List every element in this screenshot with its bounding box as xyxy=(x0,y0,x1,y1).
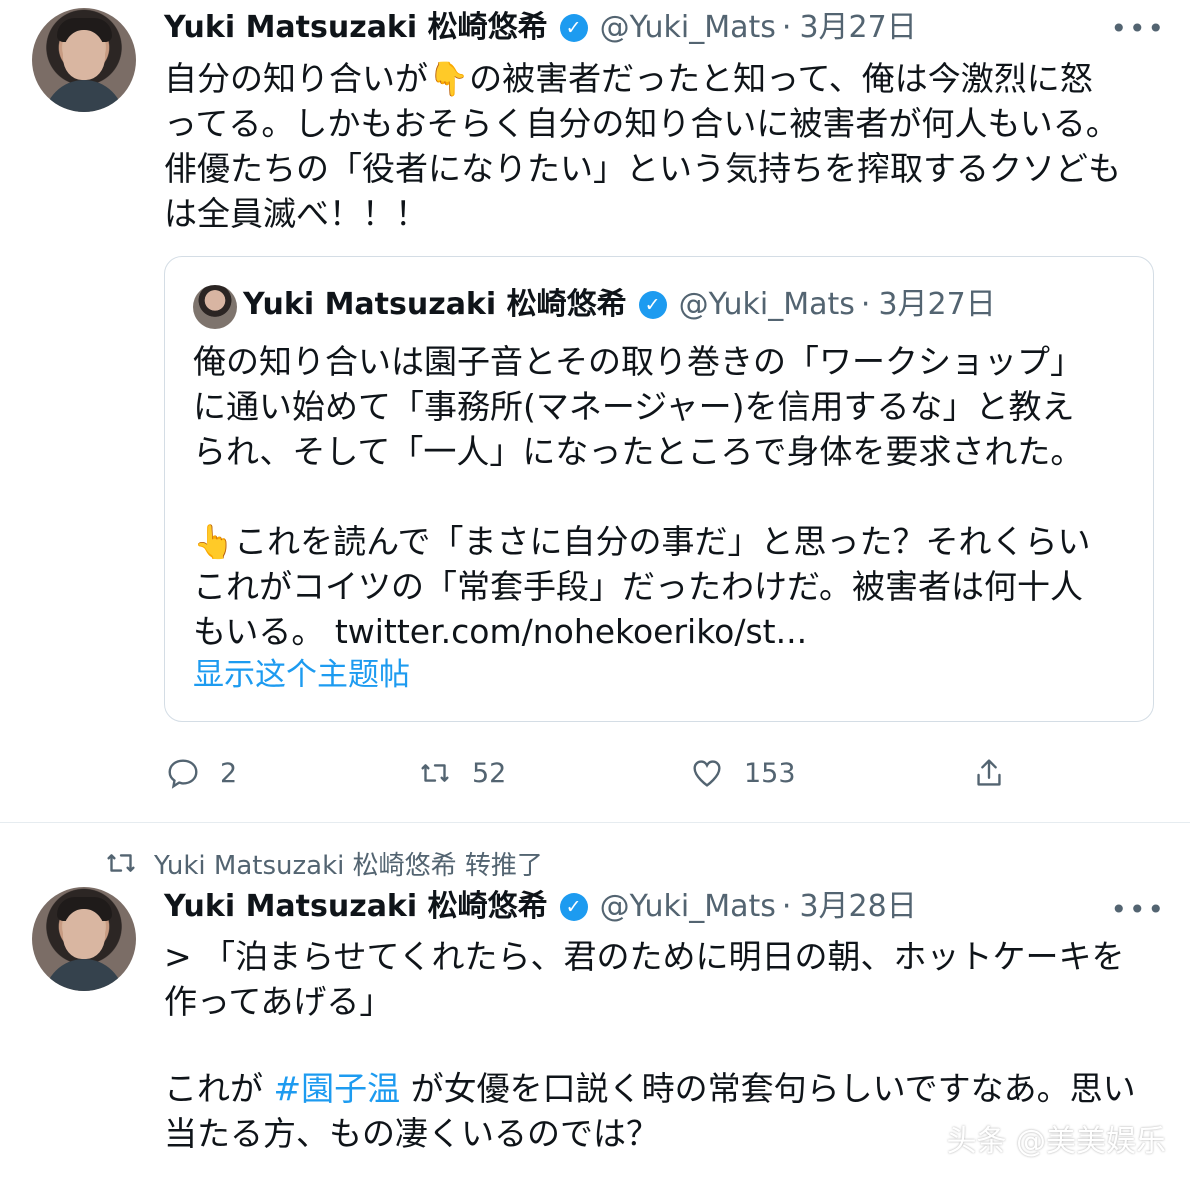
avatar-shirt xyxy=(44,80,124,112)
quote-text-line-7[interactable]: もいる。 twitter.com/nohekoeriko/st... xyxy=(193,609,1133,654)
tweet-text-line-2: ってる。しかもおそらく自分の知り合いに被害者が何人もいる。 xyxy=(164,104,1119,143)
quote-author-handle[interactable]: @Yuki_Mats xyxy=(679,287,855,323)
author-name[interactable]: Yuki Matsuzaki 松崎悠希 xyxy=(164,889,548,925)
reply-icon[interactable] xyxy=(164,754,202,792)
tweet-header: Yuki Matsuzaki 松崎悠希 ✓ @Yuki_Mats · 3月27日 xyxy=(164,10,917,46)
quote-text-line-3: られ、そして「一人」になったところで身体を要求された。 xyxy=(193,432,1084,471)
like-action[interactable]: 153 xyxy=(688,754,796,792)
quote-text-line-5: 👆これを読んで「まさに自分の事だ」と思った？それくらい xyxy=(193,522,1091,561)
separator-dot: · xyxy=(860,287,871,322)
tweet-text-line-1: 自分の知り合いが👇の被害者だったと知って、俺は今激烈に怒 xyxy=(164,59,1093,98)
like-count: 153 xyxy=(744,757,796,789)
more-options-icon[interactable]: ••• xyxy=(1110,12,1166,45)
quote-text-line-2: に通い始めて「事務所(マネージャー)を信用するな」と教え xyxy=(193,387,1075,426)
tweet-text-line-1: > 「泊まらせてくれたら、君のために明日の朝、ホットケーキを xyxy=(164,937,1125,976)
separator-dot: · xyxy=(781,889,792,924)
retweet-count: 52 xyxy=(472,757,507,789)
verified-badge-icon: ✓ xyxy=(559,893,588,921)
avatar[interactable] xyxy=(32,8,136,112)
reply-action[interactable]: 2 xyxy=(164,754,237,792)
tweet-header: Yuki Matsuzaki 松崎悠希 ✓ @Yuki_Mats · 3月28日 xyxy=(164,889,917,925)
quote-avatar xyxy=(193,285,237,329)
show-thread-link[interactable]: 显示这个主题帖 xyxy=(193,655,410,695)
retweeted-by-row[interactable]: Yuki Matsuzaki 松崎悠希 转推了 xyxy=(102,844,543,882)
retweeted-by-label[interactable]: Yuki Matsuzaki 松崎悠希 转推了 xyxy=(154,845,543,882)
quote-author-name[interactable]: Yuki Matsuzaki 松崎悠希 xyxy=(243,287,627,323)
heart-icon[interactable] xyxy=(688,754,726,792)
quote-date[interactable]: 3月27日 xyxy=(878,287,995,323)
hashtag-link[interactable]: #園子温 xyxy=(274,1069,401,1108)
avatar-shirt xyxy=(44,959,124,991)
quoted-tweet[interactable]: Yuki Matsuzaki 松崎悠希 ✓ @Yuki_Mats · 3月27日… xyxy=(164,256,1154,722)
quote-text-line-1: 俺の知り合いは園子音とその取り巻きの「ワークショップ」 xyxy=(193,342,1084,381)
share-action[interactable] xyxy=(970,754,1008,792)
retweet-icon[interactable] xyxy=(416,754,454,792)
tweet-text-line-4: は全員滅べ！！！ xyxy=(164,194,428,233)
tweet-text-line-2: 作ってあげる」 xyxy=(164,982,393,1021)
more-options-icon[interactable]: ••• xyxy=(1110,893,1166,926)
verified-badge-icon: ✓ xyxy=(638,291,667,319)
tweet-1[interactable]: Yuki Matsuzaki 松崎悠希 ✓ @Yuki_Mats · 3月27日… xyxy=(0,0,1190,822)
avatar[interactable] xyxy=(32,887,136,991)
tweet-date[interactable]: 3月28日 xyxy=(799,889,916,925)
retweet-icon xyxy=(102,844,140,882)
quote-text-line-6: これがコイツの「常套手段」だったわけだ。被害者は何十人 xyxy=(193,567,1084,606)
avatar-face xyxy=(63,909,105,959)
author-handle[interactable]: @Yuki_Mats xyxy=(600,889,776,925)
tweet-text-line-3: 俳優たちの「役者になりたい」という気持ちを搾取するクソども xyxy=(164,149,1121,188)
retweet-action[interactable]: 52 xyxy=(416,754,506,792)
share-icon[interactable] xyxy=(970,754,1008,792)
author-name[interactable]: Yuki Matsuzaki 松崎悠希 xyxy=(164,10,548,46)
watermark: 头条 @美美娱乐 xyxy=(946,1124,1166,1159)
verified-badge-icon: ✓ xyxy=(559,14,588,42)
tweet-text-prefix: これが xyxy=(164,1069,274,1108)
quote-header: Yuki Matsuzaki 松崎悠希 ✓ @Yuki_Mats · 3月27日 xyxy=(243,287,996,323)
tweet-actions: 2 52 153 xyxy=(164,748,1064,798)
separator-dot: · xyxy=(781,10,792,45)
tweet-text-line-3: これが #園子温 が女優を口説く時の常套句らしいですなあ。思い xyxy=(164,1066,1164,1111)
avatar-face xyxy=(63,30,105,80)
tweet-text-suffix: が女優を口説く時の常套句らしいですなあ。思い xyxy=(400,1069,1136,1108)
tweet-date[interactable]: 3月27日 xyxy=(799,10,916,46)
author-handle[interactable]: @Yuki_Mats xyxy=(600,10,776,46)
reply-count: 2 xyxy=(220,757,238,789)
